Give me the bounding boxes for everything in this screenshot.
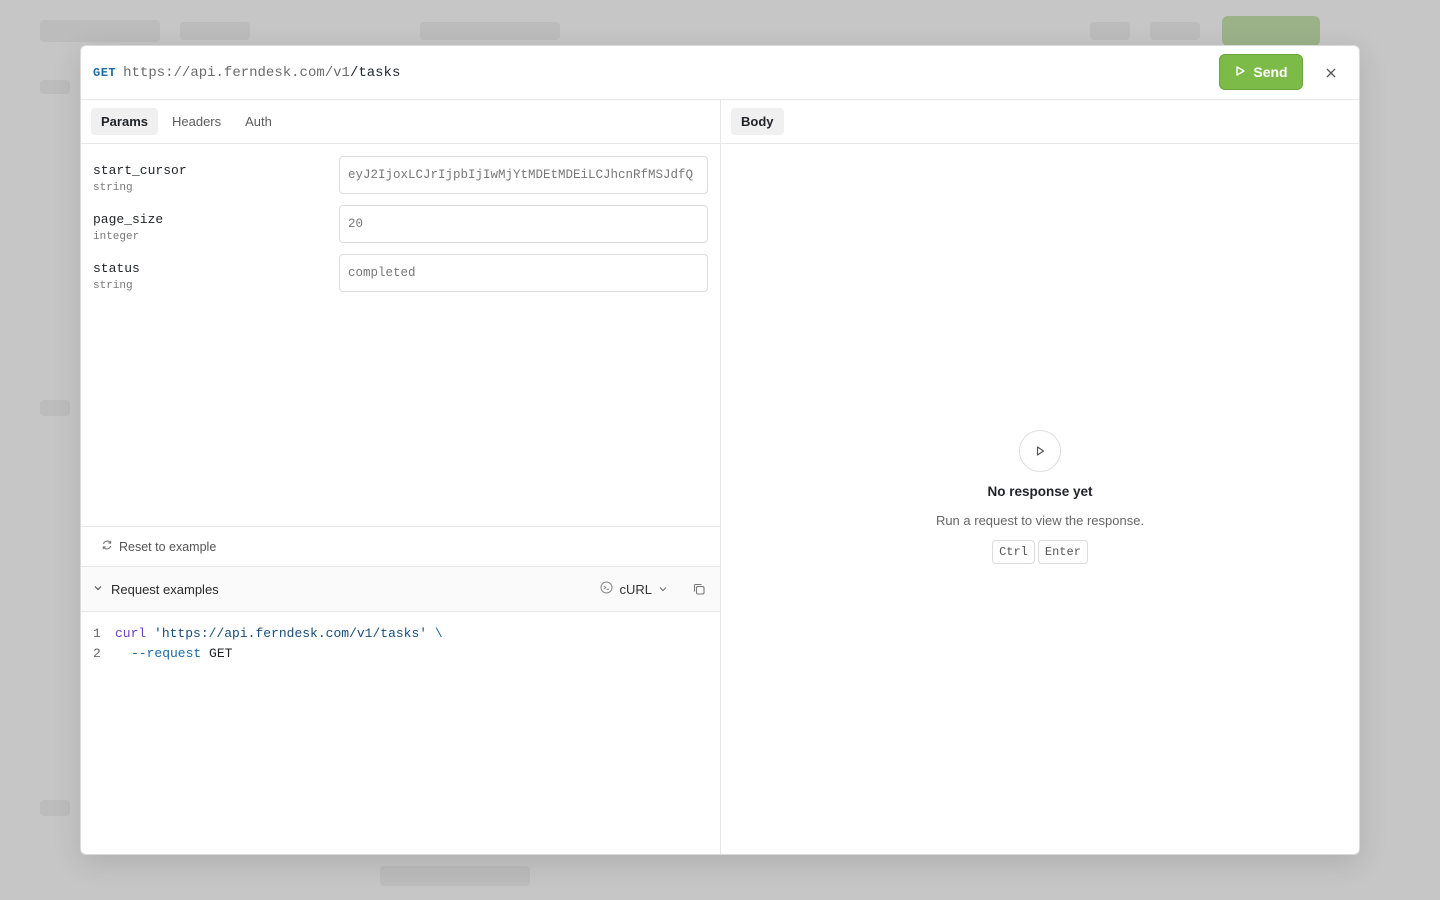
tab-params[interactable]: Params: [91, 108, 158, 135]
empty-response-state: No response yet Run a request to view th…: [721, 430, 1359, 564]
keyboard-shortcut: Ctrl Enter: [992, 540, 1088, 564]
request-panel: Params Headers Auth start_cursor string …: [81, 100, 721, 854]
param-type: string: [93, 280, 133, 292]
reset-to-example-button[interactable]: Reset to example: [81, 526, 720, 566]
language-label: cURL: [619, 581, 652, 597]
play-icon: [1234, 64, 1246, 80]
param-name: page_size: [93, 212, 164, 227]
code-flag: --request: [131, 646, 202, 661]
terminal-icon: [600, 581, 613, 597]
code-url: 'https://api.ferndesk.com/v1/tasks': [154, 626, 428, 641]
code-command: curl: [115, 626, 147, 641]
key-ctrl: Ctrl: [992, 540, 1035, 564]
empty-response-subtitle: Run a request to view the response.: [935, 513, 1145, 528]
play-icon: [1019, 430, 1061, 472]
request-examples-header[interactable]: Request examples cURL: [81, 566, 720, 612]
api-request-modal: GET https://api.ferndesk.com/v1/tasks Se…: [80, 45, 1360, 855]
start-cursor-input[interactable]: eyJ2IjoxLCJrIjpbIjIwMjYtMDEtMDEiLCJhcnRf…: [339, 156, 708, 194]
page-size-input[interactable]: 20: [339, 205, 708, 243]
copy-icon[interactable]: [692, 582, 706, 601]
language-select[interactable]: cURL: [600, 581, 668, 597]
status-input[interactable]: completed: [339, 254, 708, 292]
empty-response-title: No response yet: [987, 484, 1093, 499]
url-base: https://api.ferndesk.com/v1: [123, 64, 350, 81]
param-row: status string completed: [93, 254, 708, 303]
request-examples-title: Request examples: [111, 581, 219, 597]
param-type: integer: [93, 231, 140, 243]
line-number: 2: [93, 646, 101, 661]
param-type: string: [93, 182, 133, 194]
request-url[interactable]: https://api.ferndesk.com/v1/tasks: [123, 65, 400, 81]
param-row: page_size integer 20: [93, 205, 708, 254]
reset-icon: [101, 539, 113, 554]
chevron-down-icon: [93, 580, 103, 598]
response-tabs: Body: [721, 100, 1359, 144]
url-path: /tasks: [349, 64, 401, 81]
close-icon[interactable]: [1321, 63, 1341, 83]
http-method-label: GET: [93, 65, 117, 80]
code-line: 1 curl 'https://api.ferndesk.com/v1/task…: [93, 624, 708, 644]
code-value: GET: [209, 646, 233, 661]
chevron-down-icon: [658, 582, 668, 597]
param-name: start_cursor: [93, 163, 187, 178]
line-number: 1: [93, 626, 101, 641]
params-list: start_cursor string eyJ2IjoxLCJrIjpbIjIw…: [81, 144, 720, 303]
param-name: status: [93, 261, 140, 276]
code-continuation: \: [434, 626, 443, 641]
send-button[interactable]: Send: [1219, 54, 1303, 90]
send-label: Send: [1253, 64, 1288, 80]
code-line: 2 --request GET: [93, 644, 708, 664]
response-panel: Body No response yet Run a request to vi…: [721, 100, 1359, 854]
tab-auth[interactable]: Auth: [235, 108, 282, 135]
request-url-bar: GET https://api.ferndesk.com/v1/tasks Se…: [81, 46, 1359, 100]
code-example[interactable]: 1 curl 'https://api.ferndesk.com/v1/task…: [81, 612, 720, 676]
reset-label: Reset to example: [119, 539, 217, 554]
key-enter: Enter: [1037, 540, 1088, 564]
tab-headers[interactable]: Headers: [162, 108, 231, 135]
tab-body[interactable]: Body: [731, 108, 784, 135]
request-tabs: Params Headers Auth: [81, 100, 720, 144]
param-row: start_cursor string eyJ2IjoxLCJrIjpbIjIw…: [93, 156, 708, 205]
